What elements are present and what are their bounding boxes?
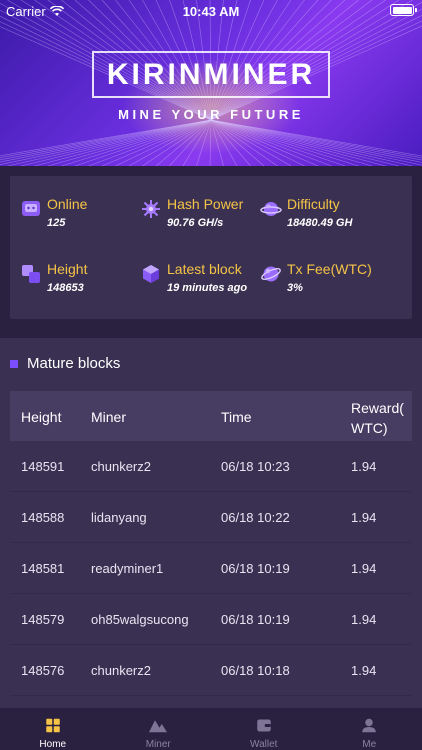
table-row[interactable]: 148581 readyminer1 06/18 10:19 1.94: [10, 543, 412, 594]
column-header-miner: Miner: [91, 409, 127, 425]
tab-label: Home: [39, 739, 67, 750]
cell-height: 148581: [21, 561, 65, 576]
status-right: [390, 4, 417, 16]
cell-time: 06/18 10:19: [221, 561, 290, 576]
tab-label: Me: [362, 739, 377, 750]
tab-bar: Home Miner Wallet Me: [0, 708, 422, 750]
cell-reward: 1.94: [351, 459, 377, 474]
tab-label: Miner: [145, 739, 171, 750]
column-header-reward: Reward( WTC): [351, 400, 404, 436]
tx-fee-icon: [261, 266, 281, 282]
battery-icon: [390, 4, 417, 16]
logo-box: KIRINMINER: [92, 51, 330, 98]
cell-reward: 1.94: [351, 561, 377, 576]
cell-miner: chunkerz2: [91, 663, 151, 678]
stat-value: 148653: [47, 282, 84, 294]
cell-miner: chunkerz2: [91, 459, 151, 474]
cell-height: 148588: [21, 510, 65, 525]
cell-time: 06/18 10:18: [221, 663, 290, 678]
stat-value: 18480.49 GH: [287, 217, 353, 229]
column-header-height: Height: [21, 409, 62, 425]
latest-block-icon: [143, 265, 159, 283]
stat-label: Online: [47, 196, 88, 212]
tab-label: Wallet: [250, 739, 278, 750]
stat-label: Height: [47, 261, 88, 277]
stat-tx-fee: Tx Fee(WTC) 3%: [260, 261, 390, 301]
table-header: Height Miner Time Reward( WTC): [10, 391, 412, 441]
mature-blocks-title: Mature blocks: [27, 355, 121, 372]
tab-home[interactable]: Home: [0, 708, 106, 750]
stat-difficulty: Difficulty 18480.49 GH: [260, 196, 390, 236]
blocks-table: 148591 chunkerz2 06/18 10:23 1.94 148588…: [10, 441, 412, 696]
me-icon: [362, 718, 376, 733]
stat-label: Tx Fee(WTC): [287, 261, 372, 277]
home-icon: [46, 718, 60, 733]
cell-miner: readyminer1: [91, 561, 164, 576]
tagline: MINE YOUR FUTURE: [118, 107, 304, 122]
stat-value: 90.76 GH/s: [167, 217, 224, 229]
cell-time: 06/18 10:23: [221, 459, 290, 474]
table-row[interactable]: 148588 lidanyang 06/18 10:22 1.94: [10, 492, 412, 543]
cell-reward: 1.94: [351, 663, 377, 678]
cell-height: 148579: [21, 612, 65, 627]
tab-me[interactable]: Me: [317, 708, 422, 750]
online-icon: [22, 201, 40, 216]
table-row[interactable]: 148576 chunkerz2 06/18 10:18 1.94: [10, 645, 412, 696]
stat-value: 19 minutes ago: [167, 282, 248, 294]
stats-panel: Online 125 Hash Power 90.76 GH/s Difficu…: [10, 176, 412, 319]
hash-power-icon: [142, 200, 160, 218]
wallet-icon: [257, 719, 271, 732]
difficulty-icon: [260, 202, 282, 216]
miner-icon: [149, 720, 168, 733]
section-title: Mature blocks: [10, 355, 120, 372]
cell-miner: oh85walgsucong: [91, 612, 189, 627]
column-header-time: Time: [221, 409, 252, 425]
app-logo: KIRINMINER: [106, 57, 316, 91]
stat-online: Online 125: [20, 196, 150, 236]
stat-label: Difficulty: [287, 196, 340, 212]
stat-height: Height 148653: [20, 261, 150, 301]
tab-miner[interactable]: Miner: [106, 708, 212, 750]
table-row[interactable]: 148579 oh85walgsucong 06/18 10:19 1.94: [10, 594, 412, 645]
status-bar: Carrier 10:43 AM: [0, 0, 422, 22]
stat-value: 125: [47, 217, 66, 229]
status-time: 10:43 AM: [182, 4, 240, 19]
section-bullet: [10, 359, 18, 368]
cell-time: 06/18 10:22: [221, 510, 290, 525]
banner: KIRINMINER MINE YOUR FUTURE: [0, 0, 422, 166]
stat-label: Latest block: [167, 261, 242, 277]
cell-time: 06/18 10:19: [221, 612, 290, 627]
stat-latest-block: Latest block 19 minutes ago: [140, 261, 270, 301]
cell-miner: lidanyang: [91, 510, 147, 525]
tab-wallet[interactable]: Wallet: [211, 708, 317, 750]
cell-height: 148576: [21, 663, 65, 678]
stat-hash-power: Hash Power 90.76 GH/s: [140, 196, 270, 236]
cell-reward: 1.94: [351, 612, 377, 627]
height-icon: [22, 265, 40, 283]
cell-reward: 1.94: [351, 510, 377, 525]
table-row[interactable]: 148591 chunkerz2 06/18 10:23 1.94: [10, 441, 412, 492]
stat-value: 3%: [287, 282, 303, 294]
mature-blocks-section: Mature blocks Height Miner Time Reward( …: [0, 338, 422, 708]
cell-height: 148591: [21, 459, 65, 474]
stat-label: Hash Power: [167, 196, 244, 212]
